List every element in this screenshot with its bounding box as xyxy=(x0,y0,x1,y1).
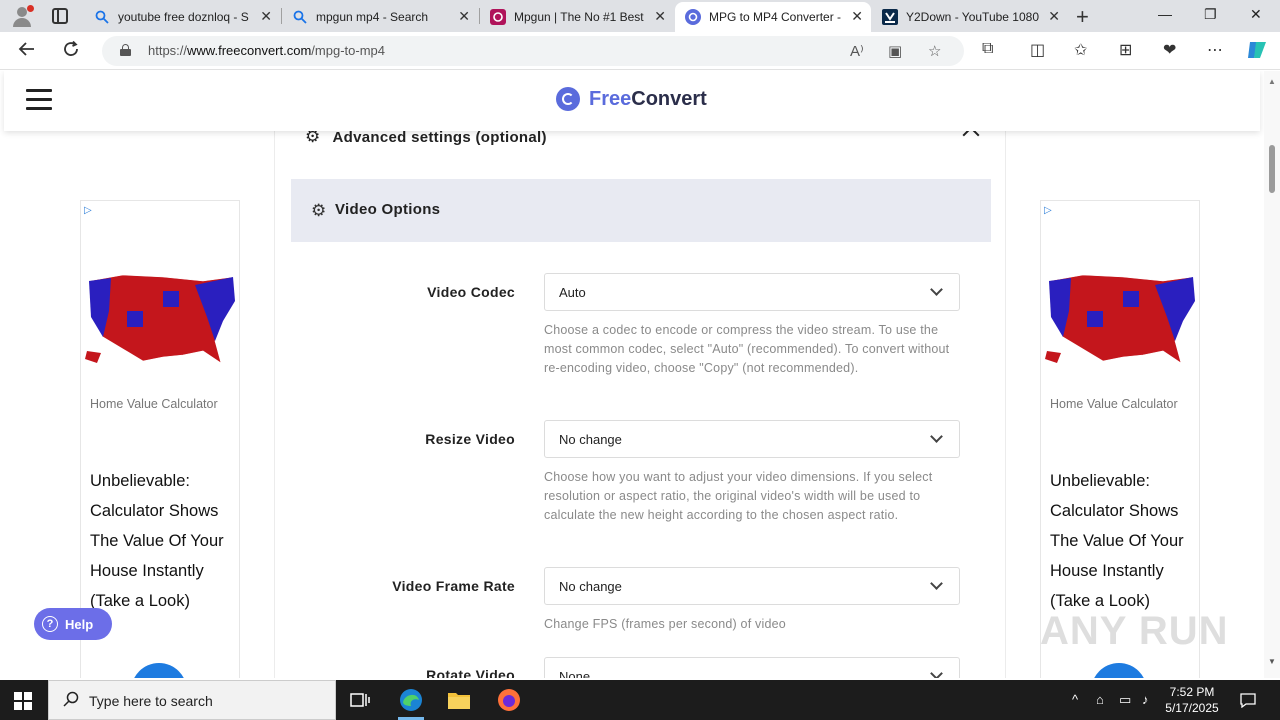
new-tab-plus-icon[interactable]: + xyxy=(1076,4,1089,30)
close-icon[interactable]: ✕ xyxy=(1048,8,1060,25)
extensions-icon[interactable]: ⧉ xyxy=(982,40,993,58)
tray-wifi-icon[interactable]: ▭ xyxy=(1119,692,1131,708)
video-codec-help: Choose a codec to encode or compress the… xyxy=(544,323,950,375)
favorites-icon[interactable]: ✩ xyxy=(1074,40,1087,60)
question-icon: ? xyxy=(42,616,58,632)
rotate-video-select[interactable]: None xyxy=(544,657,960,678)
tab-y2down[interactable]: Y2Down - YouTube 1080 ✕ xyxy=(872,2,1068,32)
resize-video-help: Choose how you want to adjust your video… xyxy=(544,470,933,522)
ad-right[interactable]: ▷ Home Value Calculator Unbelievable: Ca… xyxy=(1040,200,1200,678)
lock-icon[interactable] xyxy=(120,44,131,56)
address-toolbar: https://www.freeconvert.com/mpg-to-mp4 A… xyxy=(0,32,1280,70)
close-icon[interactable]: ✕ xyxy=(260,8,272,25)
collections-icon[interactable]: ⊞ xyxy=(1119,40,1132,60)
frame-rate-help: Change FPS (frames per second) of video xyxy=(544,617,786,631)
video-codec-label: Video Codec xyxy=(427,284,515,300)
search-icon xyxy=(63,691,79,712)
close-icon[interactable]: ✕ xyxy=(654,8,666,25)
anyrun-watermark: ANY RUN xyxy=(1040,609,1229,653)
edge-browser-icon[interactable] xyxy=(399,688,423,712)
back-arrow-icon[interactable] xyxy=(18,40,36,63)
search-icon xyxy=(94,9,110,25)
task-view-icon[interactable] xyxy=(348,688,372,712)
mpgun-favicon-icon xyxy=(490,9,506,25)
site-header: Free Convert xyxy=(4,71,1260,131)
hamburger-menu-icon[interactable] xyxy=(26,89,52,111)
ad-left[interactable]: ▷ Home Value Calculator Unbelievable: Ca… xyxy=(80,200,240,678)
window-close-icon[interactable]: ✕ xyxy=(1250,6,1262,23)
tray-volume-icon[interactable]: ♪ xyxy=(1142,692,1149,707)
taskbar-clock[interactable]: 7:52 PM 5/17/2025 xyxy=(1162,684,1222,716)
split-screen-icon[interactable]: ◫ xyxy=(1030,40,1045,60)
adchoices-icon[interactable]: ▷ xyxy=(84,205,92,216)
tab-actions-icon[interactable] xyxy=(52,8,68,24)
chevron-down-icon xyxy=(930,430,943,443)
us-map-image xyxy=(1045,274,1196,364)
frame-rate-select[interactable]: No change xyxy=(544,567,960,605)
minimize-icon[interactable]: — xyxy=(1158,6,1172,22)
options-card: ⚙ Advanced settings (optional) ⚙ Video O… xyxy=(274,111,1006,678)
tab-mpgun[interactable]: Mpgun | The No #1 Best ✕ xyxy=(480,2,674,32)
taskbar-search-box[interactable]: Type here to search xyxy=(48,680,336,720)
performance-icon[interactable]: ❤ xyxy=(1163,40,1176,60)
url-text[interactable]: https://www.freeconvert.com/mpg-to-mp4 xyxy=(148,43,385,58)
adchoices-icon[interactable]: ▷ xyxy=(1044,205,1052,216)
help-button[interactable]: ? Help xyxy=(34,608,112,640)
tray-network-icon[interactable]: ⌂ xyxy=(1096,692,1104,707)
freeconvert-logo-icon xyxy=(556,87,580,111)
favorite-star-icon[interactable]: ☆ xyxy=(928,42,941,60)
url-bar[interactable]: https://www.freeconvert.com/mpg-to-mp4 A… xyxy=(102,36,964,66)
immersive-reader-icon[interactable]: ▣ xyxy=(888,42,902,60)
restore-icon[interactable]: ❐ xyxy=(1204,6,1217,23)
windows-taskbar: Type here to search ^ ⌂ ▭ ♪ 7:52 PM 5/17… xyxy=(0,680,1280,720)
close-icon[interactable]: ✕ xyxy=(458,8,470,25)
profile-avatar-icon[interactable] xyxy=(10,4,34,28)
scroll-up-icon[interactable]: ▲ xyxy=(1268,77,1276,86)
video-codec-select[interactable]: Auto xyxy=(544,273,960,311)
chevron-down-icon xyxy=(930,577,943,590)
refresh-icon[interactable] xyxy=(62,40,80,63)
freeconvert-logo[interactable]: Free Convert xyxy=(556,87,707,111)
web-page: Free Convert ▷ Home Value Calculator Unbe… xyxy=(0,71,1264,678)
y2down-favicon-icon xyxy=(882,9,898,25)
tab-mpgun-search[interactable]: mpgun mp4 - Search ✕ xyxy=(282,2,478,32)
tray-chevron-icon[interactable]: ^ xyxy=(1072,692,1078,707)
copilot-icon[interactable] xyxy=(1246,40,1268,65)
ad-headline[interactable]: Unbelievable: Calculator Shows The Value… xyxy=(1050,466,1198,616)
settings-more-icon[interactable]: ⋯ xyxy=(1207,40,1223,60)
gear-icon: ⚙ xyxy=(311,201,327,220)
page-scrollbar[interactable]: ▲ ▼ xyxy=(1264,71,1280,678)
us-map-image xyxy=(85,274,236,364)
resize-video-select[interactable]: No change xyxy=(544,420,960,458)
tab-youtube-search[interactable]: youtube free doznloq - S ✕ xyxy=(84,2,280,32)
close-icon[interactable]: ✕ xyxy=(851,8,863,25)
tab-freeconvert[interactable]: MPG to MP4 Converter - ✕ xyxy=(675,2,871,32)
search-icon xyxy=(292,9,308,25)
firefox-icon[interactable] xyxy=(497,688,521,712)
chevron-down-icon xyxy=(930,283,943,296)
browser-tab-strip: youtube free doznloq - S ✕ mpgun mp4 - S… xyxy=(0,0,1280,32)
ad-headline[interactable]: Unbelievable: Calculator Shows The Value… xyxy=(90,466,238,616)
freeconvert-favicon-icon xyxy=(685,9,701,25)
notifications-icon[interactable] xyxy=(1240,692,1256,711)
rotate-video-label: Rotate Video xyxy=(426,667,515,678)
windows-start-icon[interactable] xyxy=(14,692,32,710)
frame-rate-label: Video Frame Rate xyxy=(392,578,515,594)
chevron-down-icon xyxy=(930,667,943,678)
file-explorer-icon[interactable] xyxy=(447,688,471,712)
scrollbar-thumb[interactable] xyxy=(1269,145,1275,193)
video-options-header: ⚙ Video Options xyxy=(291,179,991,242)
resize-video-label: Resize Video xyxy=(425,431,515,447)
scroll-down-icon[interactable]: ▼ xyxy=(1268,657,1276,666)
read-aloud-icon[interactable]: A⁾ xyxy=(850,42,864,60)
